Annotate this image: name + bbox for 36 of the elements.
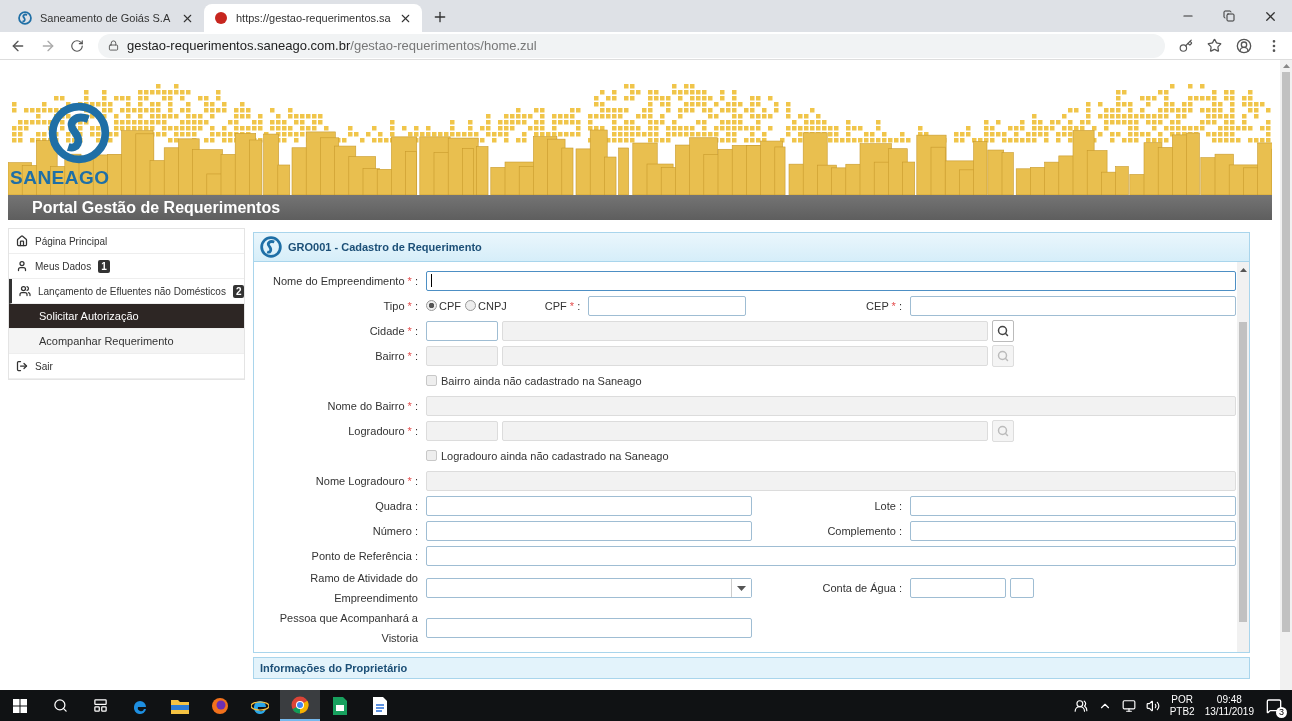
field-label: Ramo de Atividade do Empreendimento <box>309 571 419 606</box>
field-label: Logradouro * : <box>347 423 419 439</box>
field-label: CEP * : <box>865 298 903 314</box>
field-label: CPF * : <box>544 298 582 314</box>
submenu-item[interactable]: Acompanhar Requerimento <box>9 329 244 354</box>
field-label: Bairro * : <box>374 348 419 364</box>
panel-header: GRO001 - Cadastro de Requerimento <box>253 232 1250 262</box>
language-indicator[interactable]: POR PTB2 <box>1169 693 1195 718</box>
field-label: Cidade * : <box>368 323 419 339</box>
field-label: Nome do Bairro * : <box>326 398 419 414</box>
field-label: Complemento : <box>826 523 903 539</box>
submenu-item[interactable]: Solicitar Autorização <box>9 304 244 329</box>
clock[interactable]: 09:48 13/11/2019 <box>1204 693 1254 718</box>
portal-title: Portal Gestão de Requerimentos <box>8 195 1272 220</box>
section-header: Informações do Proprietário <box>253 657 1250 679</box>
menu-item[interactable]: Sair <box>9 354 244 379</box>
radio-option[interactable]: CNPJ <box>465 299 507 312</box>
browser-tab[interactable]: https://gestao-requerimentos.sa <box>204 4 422 32</box>
logo-text: SANEAGO <box>10 167 110 189</box>
address-bar[interactable]: gestao-requerimentos.saneago.com.br/gestao-requerimentos/home.zul <box>98 33 1165 58</box>
field-label: Número : <box>371 523 419 539</box>
menu-item[interactable]: Página Principal <box>9 229 244 254</box>
menu-item[interactable]: Meus Dados 1 <box>9 254 244 279</box>
checkbox-label: Logradouro ainda não cadastrado na Saneago <box>441 449 669 462</box>
field-label: Tipo * : <box>382 298 419 314</box>
field-label: Nome Logradouro * : <box>314 473 419 489</box>
field-label: Lote : <box>873 498 903 514</box>
field-label: Quadra : <box>374 498 419 514</box>
field-label: Nome do Empreendimento * : <box>272 273 419 289</box>
count-badge: 2 <box>232 284 245 298</box>
field-label: Pessoa que Acompanhará a Vistoria <box>278 611 419 646</box>
count-badge: 1 <box>98 259 110 273</box>
field-label: Conta de Água : <box>821 581 903 596</box>
radio-option[interactable]: CPF <box>426 299 461 312</box>
field-label: Ponto de Referência : <box>310 548 419 564</box>
checkbox-label: Bairro ainda não cadastrado na Saneago <box>441 374 642 387</box>
